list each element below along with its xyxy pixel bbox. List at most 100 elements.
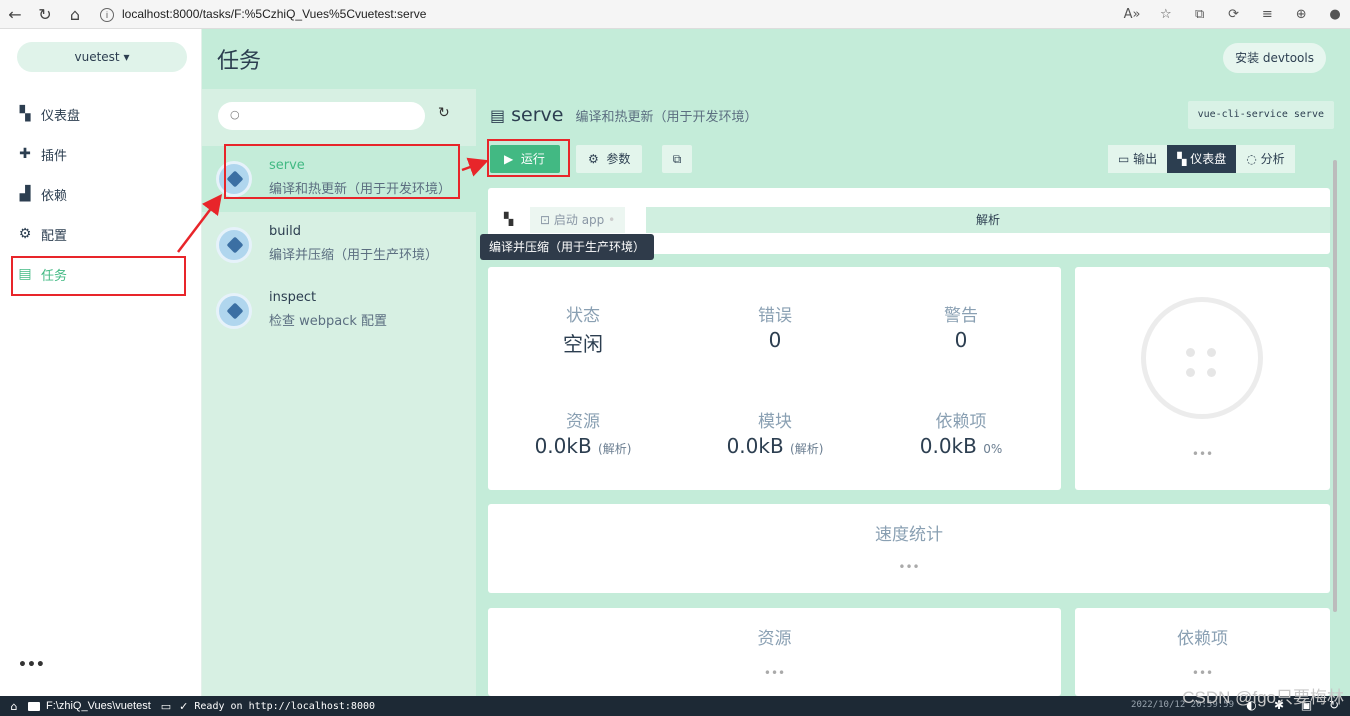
annotation-box-tasks [11, 256, 186, 296]
dependencies-more: ••• [1191, 666, 1214, 680]
extensions-icon[interactable]: ⧉ [1185, 7, 1215, 22]
stat-size: 0.0kB [726, 434, 784, 458]
assets-title: 资源 [757, 629, 792, 649]
page-title: 任务 [217, 49, 262, 74]
view-analyze-label: 分析 [1260, 152, 1285, 166]
view-analyze-button[interactable]: ◌ 分析 [1236, 145, 1295, 173]
search-icon: ○ [230, 108, 240, 121]
puzzle-icon: ✚ [19, 146, 31, 162]
read-aloud-icon[interactable]: A» [1117, 7, 1147, 22]
caret-down-icon: ▾ [123, 50, 130, 64]
info-icon[interactable]: i [100, 7, 114, 22]
tab-parse[interactable]: 解析 [646, 207, 1330, 233]
stat-value: 0.0kB (解析) [700, 434, 850, 458]
command-label: vue-cli-service serve [1187, 101, 1334, 129]
back-icon[interactable]: ← [0, 5, 30, 24]
dashboard-icon: ▚ [1177, 152, 1187, 166]
collections-icon[interactable]: ⊕ [1286, 7, 1316, 22]
more-icon[interactable]: ••• [18, 657, 45, 673]
tooltip: 编译并压缩（用于生产环境） [480, 234, 655, 260]
refresh-icon[interactable]: ↻ [438, 105, 450, 121]
stat-value: 0 [954, 328, 968, 352]
view-output-button[interactable]: ▭ 输出 [1108, 145, 1168, 173]
watermark: CSDN @fgo只要梅林 [1182, 688, 1344, 707]
sidebar-item-dashboard[interactable]: ▚ 仪表盘 [17, 102, 80, 126]
view-dashboard-button[interactable]: ▚ 仪表盘 [1167, 145, 1237, 173]
stat-label: 警告 [944, 306, 978, 326]
address-bar-url: localhost:8000/tasks/F:%5CzhiQ_Vues%5Cvu… [122, 6, 427, 21]
sidebar-item-label: 仪表盘 [41, 108, 81, 124]
stat-errors: 错误 0 [700, 301, 850, 352]
upload-icon: ⊡ [540, 213, 551, 227]
task-item-inspect[interactable]: inspect 检查 webpack 配置 [202, 278, 476, 344]
task-name: inspect [269, 290, 317, 305]
stat-assets: 资源 0.0kB (解析) [508, 407, 658, 458]
assets-card: 资源 ••• [488, 608, 1061, 696]
output-icon: ▭ [1118, 152, 1130, 166]
annotation-box-run [487, 139, 570, 177]
page-header: 任务 安装 devtools [202, 29, 1350, 89]
check-icon: ✓ [179, 699, 189, 713]
search-input[interactable] [246, 106, 416, 126]
progress-more: ••• [1191, 447, 1214, 461]
stat-label: 资源 [566, 412, 600, 432]
stat-dependencies: 依赖项 0.0kB 0% [886, 407, 1036, 458]
project-selector[interactable]: vuetest ▾ [17, 42, 187, 72]
open-external-icon[interactable]: ⧉ [662, 145, 692, 173]
settings-icon[interactable]: ⟳ [1219, 7, 1249, 22]
params-button[interactable]: ⚙ 参数 [576, 145, 643, 173]
sidebar-item-config[interactable]: ⚙ 配置 [17, 222, 67, 246]
console-icon[interactable]: ▭ [161, 700, 171, 713]
sidebar-item-label: 依赖 [41, 188, 68, 204]
current-folder[interactable]: F:\zhiQ_Vues\vuetest [28, 700, 151, 712]
stat-status: 状态 空闲 [508, 301, 658, 357]
view-dashboard-label: 仪表盘 [1190, 152, 1227, 166]
profile-icon[interactable]: ● [1320, 7, 1350, 22]
home-icon[interactable]: ⌂ [0, 700, 28, 713]
install-devtools-button[interactable]: 安装 devtools [1223, 43, 1326, 73]
grid-icon[interactable]: ▚ [504, 212, 513, 226]
folder-icon [28, 701, 40, 711]
sidebar-item-dependencies[interactable]: ▟ 依赖 [17, 182, 67, 206]
dot-icon: • [608, 213, 616, 227]
favorites-list-icon[interactable]: ≡ [1252, 7, 1282, 22]
progress-circle [1141, 297, 1263, 419]
refresh-icon[interactable]: ↻ [30, 5, 60, 24]
annotation-box-serve [224, 144, 460, 199]
dependencies-title: 依赖项 [1177, 629, 1228, 649]
stat-label: 状态 [566, 306, 600, 326]
browser-toolbar: ← ↻ ⌂ i localhost:8000/tasks/F:%5CzhiQ_Vu… [0, 0, 1350, 29]
view-toggle: ▭ 输出 ▚ 仪表盘 ◌ 分析 [1108, 145, 1295, 173]
sidebar-item-label: 配置 [41, 228, 68, 244]
progress-card: ••• [1075, 267, 1330, 490]
task-desc: 检查 webpack 配置 [269, 314, 388, 329]
search-box[interactable]: ○ [218, 102, 425, 130]
stat-size: 0.0kB [534, 434, 592, 458]
stat-size: 0.0kB [919, 434, 977, 458]
webpack-icon [216, 227, 252, 263]
browser-tools: A» ☆ ⧉ ⟳ ≡ ⊕ ● [1117, 7, 1350, 22]
stat-value: 0.0kB 0% [886, 434, 1036, 458]
stat-suffix: 0% [983, 442, 1003, 456]
scrollbar[interactable] [1333, 160, 1337, 612]
sidebar: vuetest ▾ ▚ 仪表盘 ✚ 插件 ▟ 依赖 ⚙ 配置 ▤ 任务 ••• [0, 29, 202, 696]
stat-suffix: (解析) [790, 442, 824, 456]
settings-icon: ⚙ [18, 226, 32, 242]
task-item-build[interactable]: build 编译并压缩（用于生产环境） [202, 212, 476, 278]
gear-icon: ⚙ [588, 152, 599, 166]
status-bar: ⌂ F:\zhiQ_Vues\vuetest ▭ ✓ Ready on http… [0, 696, 1350, 716]
tab-start-app[interactable]: ⊡ 启动 app • [530, 207, 626, 233]
stat-value: 0.0kB (解析) [508, 434, 658, 458]
stat-label: 模块 [758, 412, 792, 432]
vue-ui-app: vuetest ▾ ▚ 仪表盘 ✚ 插件 ▟ 依赖 ⚙ 配置 ▤ 任务 ••• 任务 安装… [0, 29, 1350, 696]
stat-label: 错误 [758, 306, 792, 326]
stat-value: 0 [768, 328, 782, 352]
task-description: 编译和热更新（用于开发环境） [575, 110, 758, 125]
dashboard-icon: ▚ [19, 106, 31, 122]
sidebar-item-plugins[interactable]: ✚ 插件 [17, 142, 67, 166]
assets-more: ••• [763, 666, 786, 680]
view-output-label: 输出 [1133, 152, 1158, 166]
address-bar[interactable]: i localhost:8000/tasks/F:%5CzhiQ_Vues%5Cv… [100, 7, 1117, 22]
favorite-icon[interactable]: ☆ [1151, 7, 1181, 22]
home-icon[interactable]: ⌂ [60, 5, 90, 24]
